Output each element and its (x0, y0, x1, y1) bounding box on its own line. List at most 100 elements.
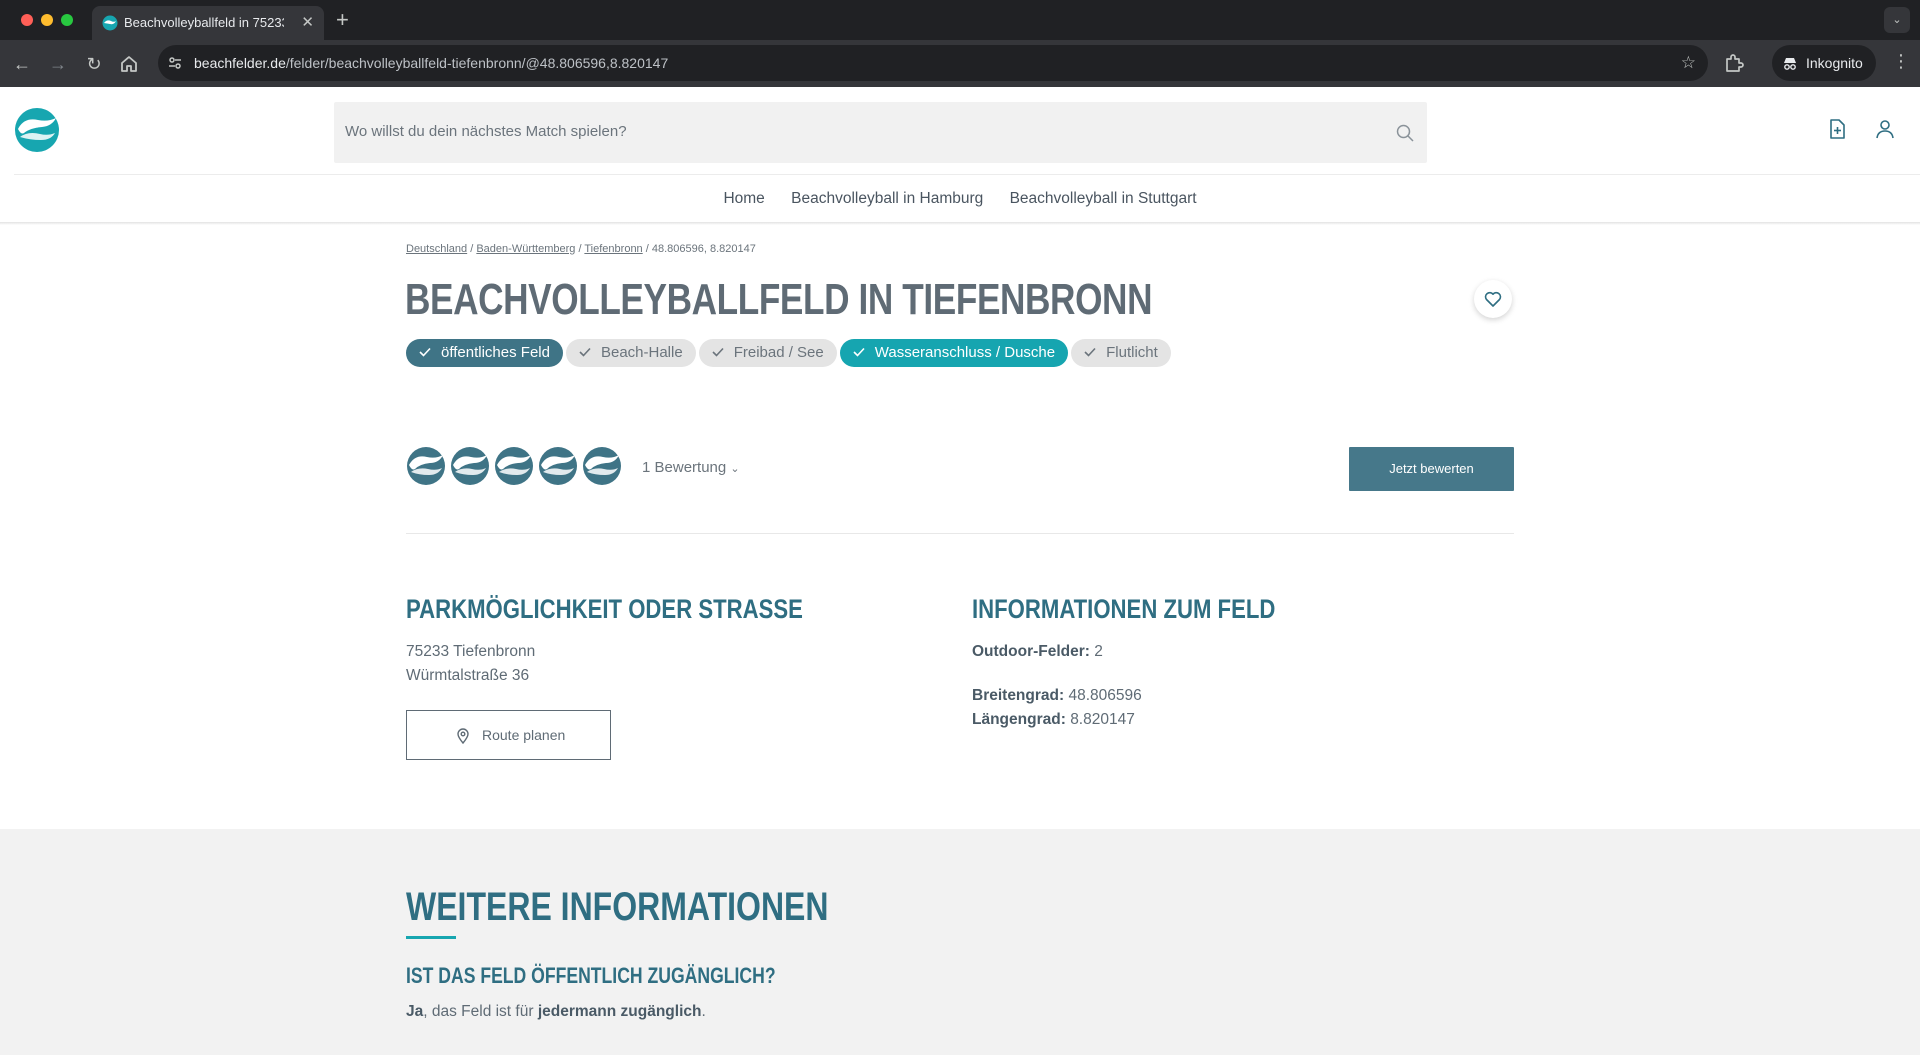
address-bar[interactable]: beachfelder.de/felder/beachvolleyballfel… (158, 45, 1708, 81)
breadcrumb-separator: / (578, 243, 582, 255)
rating-ball-icon (583, 447, 621, 485)
breadcrumb-link-city[interactable]: Tiefenbronn (584, 243, 642, 255)
address-street: Würmtalstraße 36 (406, 667, 530, 684)
tag-label: Freibad / See (733, 344, 824, 361)
tab-title: Beachvolleyballfeld in 75233 (124, 15, 284, 30)
page-title: BEACHVOLLEYBALLFELD IN TIEFENBRONN (405, 275, 1153, 324)
home-icon[interactable] (118, 53, 140, 75)
rating-count-label: 1 Bewertung (642, 459, 727, 476)
faq-question: IST DAS FELD ÖFFENTLICH ZUGÄNGLICH? (406, 963, 776, 988)
more-info-section (0, 829, 1920, 1055)
outdoor-fields-value: 2 (1094, 643, 1103, 660)
tag-label: öffentliches Feld (441, 344, 550, 361)
map-pin-icon (457, 728, 469, 744)
browser-menu-icon[interactable]: ⋮ (1892, 51, 1910, 72)
nav-link-home[interactable]: Home (723, 190, 764, 208)
breadcrumb-separator: / (470, 243, 474, 255)
incognito-icon (1784, 58, 1796, 70)
url-path: /felder/beachvolleyballfeld-tiefenbronn/… (285, 55, 669, 71)
nav-link-hamburg[interactable]: Beachvolleyball in Hamburg (791, 190, 983, 208)
check-icon (579, 347, 591, 357)
tab-close-icon[interactable]: ✕ (301, 13, 314, 31)
latitude-label: Breitengrad: (972, 687, 1065, 704)
rating-ball-icon (495, 447, 533, 485)
site-settings-icon[interactable] (167, 55, 183, 71)
bookmark-star-icon[interactable]: ☆ (1681, 53, 1696, 73)
chevron-down-icon: ⌄ (730, 463, 740, 475)
tag-label: Flutlicht (1106, 344, 1158, 361)
new-tab-button[interactable]: + (336, 7, 349, 33)
faq-answer-end: . (701, 1003, 706, 1020)
tag-label: Beach-Halle (600, 344, 683, 361)
tag-pool-lake: Freibad / See (698, 339, 837, 367)
reload-icon[interactable]: ↻ (82, 52, 106, 76)
check-icon (853, 347, 865, 357)
latitude-value: 48.806596 (1068, 687, 1142, 704)
breadcrumb-current: 48.806596, 8.820147 (651, 243, 756, 255)
tag-label: Wasseranschluss / Dusche (874, 344, 1056, 361)
check-icon (1084, 347, 1096, 357)
rating-divider (406, 533, 1514, 534)
heading-underline (406, 936, 456, 939)
favorite-button[interactable] (1474, 280, 1512, 318)
rate-now-button[interactable]: Jetzt bewerten (1349, 447, 1514, 491)
breadcrumb: Deutschland / Baden-Württemberg / Tiefen… (406, 243, 756, 255)
search-placeholder: Wo willst du dein nächstes Match spielen… (345, 123, 627, 140)
more-info-heading: WEITERE INFORMATIONEN (406, 885, 829, 929)
url-host: beachfelder.de (194, 55, 286, 71)
faq-answer-middle: , das Feld ist für (423, 1003, 538, 1020)
header-divider (14, 174, 1920, 175)
tag-public-field: öffentliches Feld (406, 339, 563, 367)
route-plan-button[interactable]: Route planen (406, 710, 611, 760)
browser-toolbar: ← → ↻ beachfelder.de/felder/beachvolleyb… (0, 40, 1920, 87)
url-text: beachfelder.de/felder/beachvolleyballfel… (194, 55, 668, 71)
browser-tab-bar: Beachvolleyballfeld in 75233 ✕ + ⌄ (0, 0, 1920, 40)
rating-ball-icon (451, 447, 489, 485)
window-zoom-button[interactable] (61, 14, 73, 26)
back-arrow-icon[interactable]: ← (10, 52, 34, 76)
rating-ball-icon (539, 447, 577, 485)
site-favicon-icon (102, 15, 118, 31)
outdoor-fields-label: Outdoor-Felder: (972, 643, 1090, 660)
latitude-info: Breitengrad: 48.806596 (972, 687, 1142, 705)
longitude-value: 8.820147 (1070, 711, 1135, 728)
site-logo[interactable] (14, 107, 60, 153)
user-account-icon[interactable] (1874, 118, 1896, 140)
incognito-badge[interactable]: Inkognito (1772, 45, 1876, 81)
longitude-label: Längengrad: (972, 711, 1066, 728)
tag-water-shower: Wasseranschluss / Dusche (839, 339, 1069, 367)
route-plan-label: Route planen (482, 727, 566, 743)
nav-shadow (0, 222, 1920, 225)
breadcrumb-link-country[interactable]: Deutschland (406, 243, 467, 255)
faq-answer: Ja, das Feld ist für jedermann zugänglic… (406, 1003, 706, 1021)
tag-floodlight: Flutlicht (1071, 339, 1171, 367)
faq-answer-bold: jedermann zugänglich (537, 1003, 702, 1020)
faq-answer-yes: Ja (406, 1003, 424, 1020)
feature-tags: öffentliches Feld Beach-Halle Freibad / Se… (406, 339, 1174, 367)
search-icon[interactable] (1395, 123, 1415, 143)
check-icon (712, 347, 724, 357)
forward-arrow-icon[interactable]: → (46, 52, 70, 76)
breadcrumb-separator: / (645, 243, 649, 255)
window-close-button[interactable] (21, 14, 33, 26)
longitude-info: Längengrad: 8.820147 (972, 711, 1135, 729)
tab-search-chevron-icon[interactable]: ⌄ (1884, 7, 1910, 33)
tag-beach-hall: Beach-Halle (565, 339, 696, 367)
outdoor-fields-info: Outdoor-Felder: 2 (972, 643, 1103, 661)
heart-icon (1484, 291, 1502, 307)
field-info-heading: INFORMATIONEN ZUM FELD (972, 594, 1276, 624)
search-input[interactable]: Wo willst du dein nächstes Match spielen… (334, 102, 1427, 163)
rating-ball-icon (407, 447, 445, 485)
rating-stars (406, 446, 626, 488)
breadcrumb-link-state[interactable]: Baden-Württemberg (476, 243, 575, 255)
rating-count-toggle[interactable]: 1 Bewertung ⌄ (642, 459, 740, 476)
main-navigation: Home Beachvolleyball in Hamburg Beachvol… (0, 190, 1920, 212)
check-icon (419, 347, 431, 357)
add-field-icon[interactable] (1826, 118, 1848, 140)
nav-link-stuttgart[interactable]: Beachvolleyball in Stuttgart (1010, 190, 1197, 208)
incognito-label: Inkognito (1806, 55, 1863, 71)
address-city: 75233 Tiefenbronn (406, 643, 536, 660)
browser-tab[interactable]: Beachvolleyballfeld in 75233 ✕ (92, 6, 324, 40)
window-minimize-button[interactable] (41, 14, 53, 26)
extensions-icon[interactable] (1722, 51, 1746, 75)
